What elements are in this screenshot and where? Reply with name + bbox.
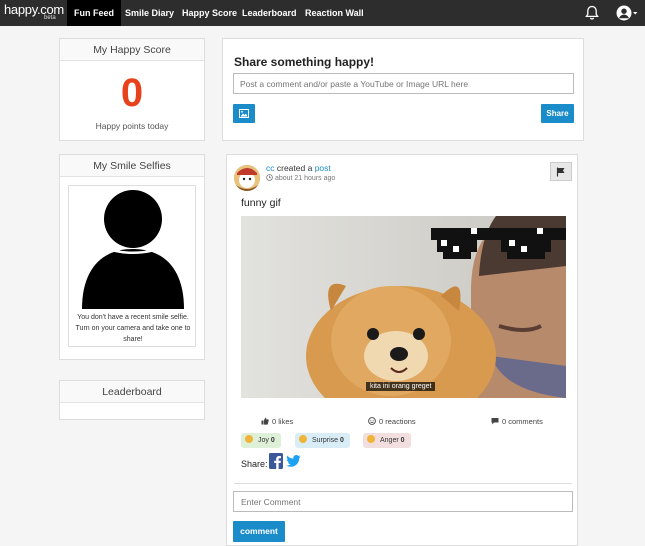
post-image[interactable]: kita ini orang greget bbox=[241, 216, 566, 398]
selfie-placeholder: You don't have a recent smile selfie. Tu… bbox=[68, 185, 196, 347]
nav-leaderboard[interactable]: Leaderboard bbox=[235, 0, 304, 26]
flag-icon bbox=[556, 167, 565, 177]
share-input[interactable] bbox=[233, 73, 574, 94]
happy-score-label: Happy points today bbox=[95, 121, 169, 131]
reaction-anger[interactable]: Anger 0 bbox=[363, 433, 411, 448]
bell-icon[interactable] bbox=[584, 5, 600, 21]
surprise-emoji-icon bbox=[299, 435, 307, 443]
image-upload-button[interactable] bbox=[233, 104, 255, 123]
joy-emoji-icon bbox=[245, 435, 253, 443]
anger-emoji-icon bbox=[367, 435, 375, 443]
person-silhouette-icon bbox=[82, 190, 184, 309]
post-text: funny gif bbox=[241, 197, 281, 209]
gif-illustration bbox=[241, 216, 566, 398]
author-name[interactable]: cc bbox=[266, 163, 275, 173]
image-icon bbox=[239, 109, 249, 118]
comment-button[interactable]: comment bbox=[233, 521, 285, 542]
share-title: Share something happy! bbox=[234, 55, 375, 69]
share-button[interactable]: Share bbox=[541, 104, 574, 123]
thumbs-up-icon bbox=[261, 417, 269, 425]
comments-count[interactable]: 0 comments bbox=[491, 417, 543, 426]
report-button[interactable] bbox=[550, 162, 572, 181]
share-label: Share: bbox=[241, 459, 268, 469]
likes-count[interactable]: 0 likes bbox=[261, 417, 293, 426]
share-box: Share something happy! Share bbox=[222, 38, 584, 141]
leaderboard-panel: Leaderboard bbox=[59, 380, 205, 420]
action-text: created a bbox=[276, 163, 313, 173]
nav-reaction-wall[interactable]: Reaction Wall bbox=[298, 0, 371, 26]
post-card: cc created a post about 21 hours ago fun… bbox=[226, 154, 578, 546]
image-caption: kita ini orang greget bbox=[366, 382, 436, 391]
leaderboard-title: Leaderboard bbox=[60, 381, 204, 403]
facebook-icon[interactable] bbox=[269, 453, 283, 469]
clock-icon bbox=[266, 174, 273, 181]
caret-down-icon bbox=[633, 12, 638, 15]
smiley-icon bbox=[368, 417, 376, 425]
reaction-joy[interactable]: Joy 0 bbox=[241, 433, 281, 448]
top-navbar: happy.com beta Fun Feed Smile Diary Happ… bbox=[0, 0, 645, 26]
post-link[interactable]: post bbox=[315, 163, 331, 173]
nav-happy-score[interactable]: Happy Score bbox=[175, 0, 244, 26]
happy-score-panel: My Happy Score 0 Happy points today bbox=[59, 38, 205, 141]
divider bbox=[234, 483, 572, 484]
post-time: about 21 hours ago bbox=[266, 174, 335, 182]
selfie-empty-message: You don't have a recent smile selfie. Tu… bbox=[75, 314, 191, 343]
reactions-count[interactable]: 0 reactions bbox=[368, 417, 416, 426]
reaction-surprise[interactable]: Surprise 0 bbox=[295, 433, 350, 448]
happy-score-value: 0 bbox=[120, 71, 144, 115]
comment-icon bbox=[491, 418, 499, 425]
author-avatar[interactable] bbox=[234, 165, 260, 191]
user-icon[interactable] bbox=[616, 5, 638, 21]
comment-input[interactable] bbox=[233, 491, 573, 512]
smile-selfies-title: My Smile Selfies bbox=[60, 155, 204, 177]
beta-badge: beta bbox=[44, 15, 56, 21]
post-author-line: cc created a post bbox=[266, 163, 331, 173]
smile-selfies-panel: My Smile Selfies You don't have a recent… bbox=[59, 154, 205, 360]
twitter-icon[interactable] bbox=[286, 455, 301, 467]
nav-fun-feed[interactable]: Fun Feed bbox=[67, 0, 121, 26]
happy-score-title: My Happy Score bbox=[60, 39, 204, 61]
nav-smile-diary[interactable]: Smile Diary bbox=[118, 0, 181, 26]
